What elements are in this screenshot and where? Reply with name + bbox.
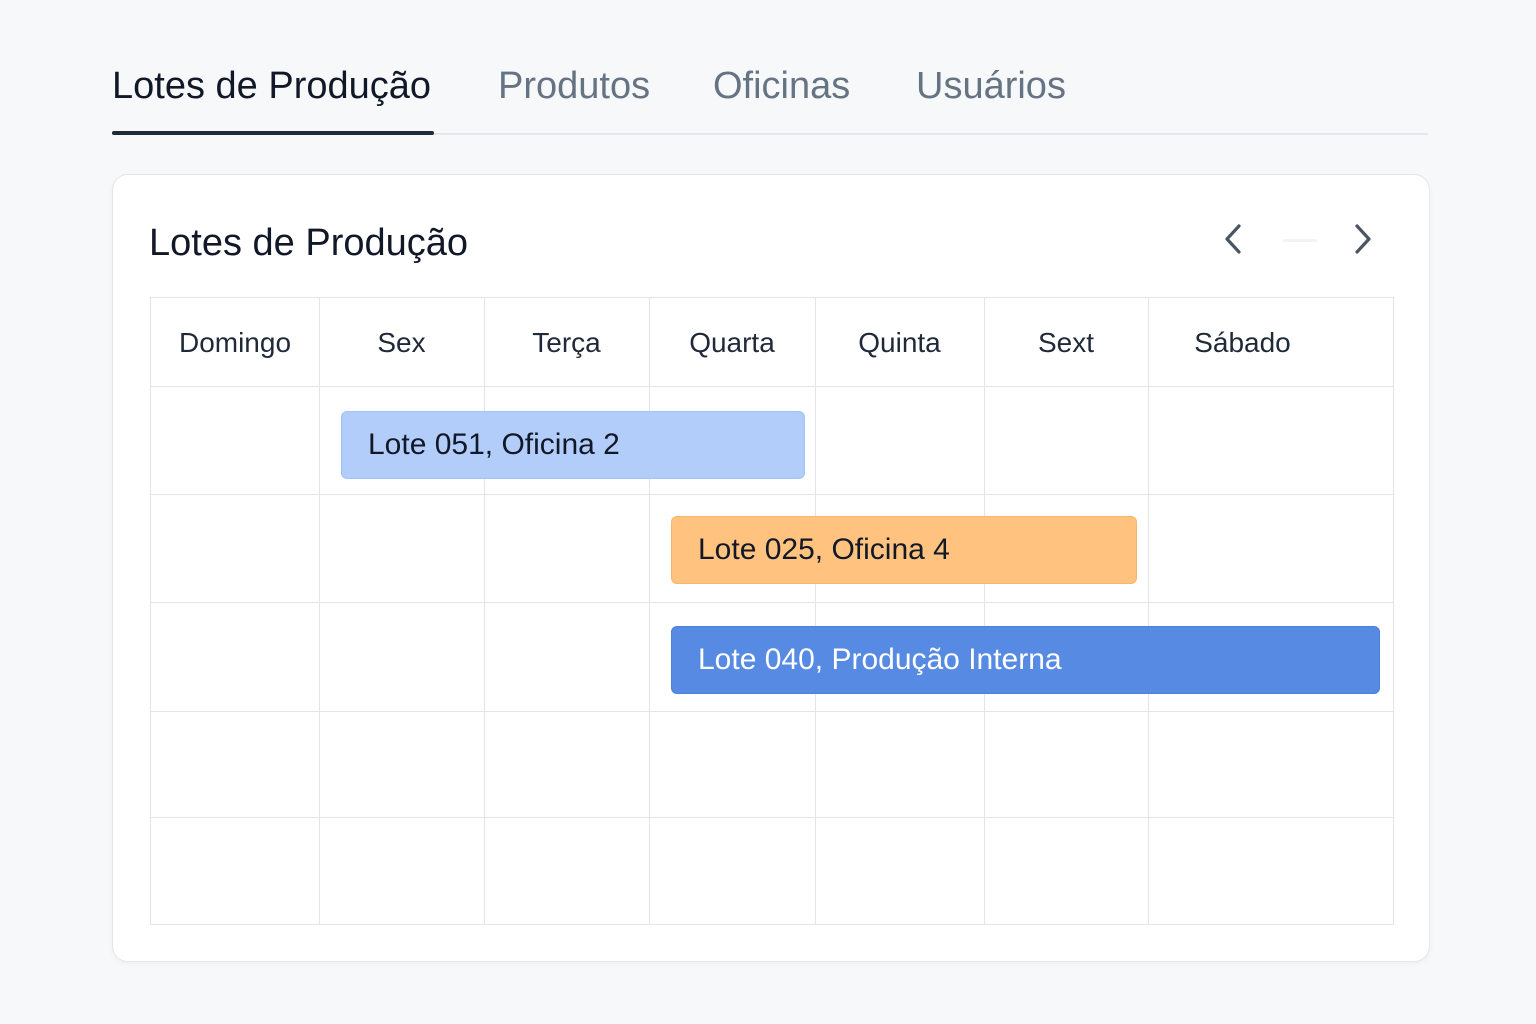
event-lote-051[interactable]: Lote 051, Oficina 2 bbox=[341, 411, 805, 479]
day-header-sabado: Sábado bbox=[1194, 326, 1291, 358]
tab-lotes-de-producao[interactable]: Lotes de Produção bbox=[112, 62, 431, 110]
day-header-terca: Terça bbox=[532, 326, 601, 358]
active-tab-indicator bbox=[112, 131, 434, 135]
chevron-left-icon bbox=[1225, 224, 1241, 254]
tab-oficinas[interactable]: Oficinas bbox=[713, 62, 850, 110]
event-label: Lote 040, Produção Interna bbox=[698, 643, 1062, 676]
chevron-right-icon bbox=[1355, 224, 1371, 254]
nav-separator bbox=[1283, 239, 1317, 242]
tab-produtos[interactable]: Produtos bbox=[498, 62, 650, 110]
day-header-quinta: Quinta bbox=[858, 326, 941, 358]
grid-column-divider bbox=[319, 298, 320, 924]
grid-column-divider bbox=[984, 298, 985, 924]
previous-week-button[interactable] bbox=[1214, 219, 1254, 259]
production-batches-card: Lotes de Produção Domingo Sex Terça Quar… bbox=[112, 174, 1430, 962]
calendar-grid: Domingo Sex Terça Quarta Quinta Sext Sáb… bbox=[150, 297, 1394, 925]
tab-label: Lotes de Produção bbox=[112, 65, 432, 107]
grid-row-divider bbox=[151, 494, 1393, 495]
grid-column-divider bbox=[649, 298, 650, 924]
grid-column-divider bbox=[815, 298, 816, 924]
grid-column-divider bbox=[484, 298, 485, 924]
grid-row-divider bbox=[151, 602, 1393, 603]
tab-label: Oficinas bbox=[713, 65, 851, 107]
tab-usuarios[interactable]: Usuários bbox=[916, 62, 1066, 110]
tab-label: Produtos bbox=[498, 65, 651, 107]
grid-row-divider bbox=[151, 817, 1393, 818]
event-lote-040[interactable]: Lote 040, Produção Interna bbox=[671, 626, 1380, 694]
grid-row-divider bbox=[151, 711, 1393, 712]
event-lote-025[interactable]: Lote 025, Oficina 4 bbox=[671, 516, 1137, 584]
day-header-quarta: Quarta bbox=[689, 326, 775, 358]
day-header-domingo: Domingo bbox=[178, 326, 292, 358]
card-title: Lotes de Produção bbox=[149, 222, 469, 264]
tab-label: Usuários bbox=[916, 65, 1066, 107]
event-label: Lote 025, Oficina 4 bbox=[698, 533, 950, 566]
page: Lotes de Produção Produtos Oficinas Usuá… bbox=[0, 0, 1536, 1024]
grid-column-divider bbox=[1148, 298, 1149, 924]
tab-bar: Lotes de Produção Produtos Oficinas Usuá… bbox=[112, 0, 1428, 135]
day-header-sext: Sext bbox=[1037, 326, 1095, 358]
event-label: Lote 051, Oficina 2 bbox=[368, 428, 620, 461]
next-week-button[interactable] bbox=[1342, 219, 1382, 259]
day-header-sex: Sex bbox=[377, 326, 426, 358]
